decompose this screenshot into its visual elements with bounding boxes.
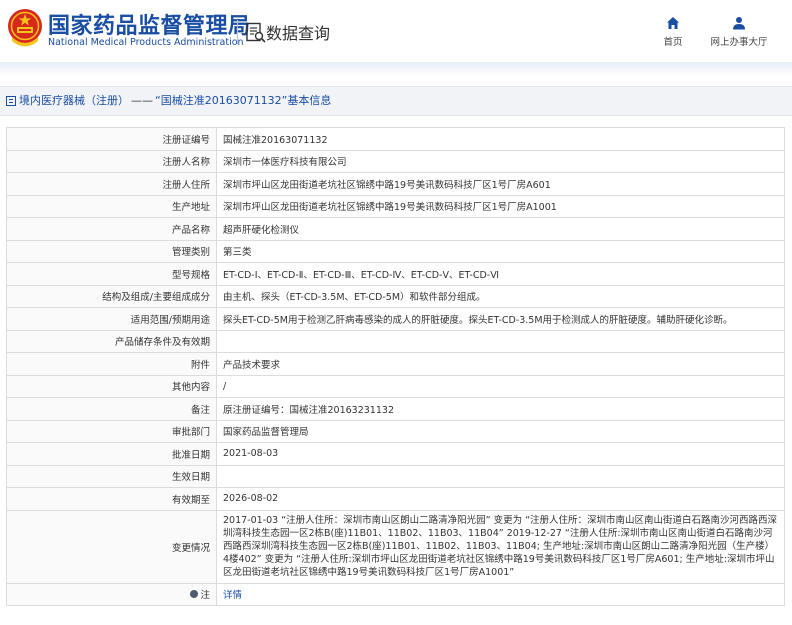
- breadcrumb-category-link[interactable]: 境内医疗器械（注册）: [19, 87, 129, 115]
- field-value: 第三类: [216, 239, 785, 263]
- breadcrumb: 境内医疗器械（注册） —— “国械注准20163071132”基本信息: [0, 86, 792, 116]
- field-value: [216, 329, 785, 353]
- field-value: 深圳市坪山区龙田街道老坑社区锦绣中路19号美讯数码科技厂区1号厂房A601: [216, 172, 785, 196]
- table-row: 其他内容 /: [6, 374, 785, 398]
- field-value: 2026-08-02: [216, 487, 785, 511]
- field-value: 产品技术要求: [216, 352, 785, 376]
- field-label: 结构及组成/主要组成成分: [6, 284, 217, 308]
- field-label: 管理类别: [6, 239, 217, 263]
- note-value-cell: 详情: [216, 582, 785, 606]
- field-value: 国家药品监督管理局: [216, 419, 785, 443]
- table-row: 批准日期 2021-08-03: [6, 442, 785, 466]
- home-icon: [667, 17, 679, 29]
- table-row: 生效日期: [6, 464, 785, 488]
- field-label: 产品名称: [6, 217, 217, 241]
- table-row: 注册证编号 国械注准20163071132: [6, 127, 785, 151]
- field-label: 注册证编号: [6, 127, 217, 151]
- site-header: 国家药品监督管理局 National Medical Products Admi…: [0, 0, 792, 76]
- table-row: 结构及组成/主要组成成分 由主机、探头（ET-CD-3.5M、ET-CD-5M）…: [6, 284, 785, 308]
- nav-online-hall-label: 网上办事大厅: [710, 37, 768, 48]
- table-row: 有效期至 2026-08-02: [6, 487, 785, 511]
- header-divider: [237, 20, 238, 44]
- table-row: 审批部门 国家药品监督管理局: [6, 419, 785, 443]
- field-label: 型号规格: [6, 262, 217, 286]
- field-label: 生效日期: [6, 464, 217, 488]
- field-label: 其他内容: [6, 374, 217, 398]
- breadcrumb-current: “国械注准20163071132”基本信息: [155, 94, 332, 107]
- field-value: 超声肝硬化检测仪: [216, 217, 785, 241]
- table-row: 备注 原注册证编号：国械注准20163231132: [6, 397, 785, 421]
- note-label: 注: [190, 587, 210, 601]
- table-row: 产品储存条件及有效期: [6, 329, 785, 353]
- field-label: 变更情况: [6, 509, 217, 584]
- field-value: 原注册证编号：国械注准20163231132: [216, 397, 785, 421]
- table-row: 注册人住所 深圳市坪山区龙田街道老坑社区锦绣中路19号美讯数码科技厂区1号厂房A…: [6, 172, 785, 196]
- note-label-text: 注: [200, 590, 210, 602]
- brand-title-cn: 国家药品监督管理局: [48, 14, 251, 39]
- field-label: 有效期至: [6, 487, 217, 511]
- brand-title-en: National Medical Products Administration: [48, 37, 244, 48]
- table-row: 管理类别 第三类: [6, 239, 785, 263]
- field-label: 审批部门: [6, 419, 217, 443]
- field-value: 深圳市坪山区龙田街道老坑社区锦绣中路19号美讯数码科技厂区1号厂房A1001: [216, 194, 785, 218]
- nav-home-label: 首页: [663, 37, 683, 48]
- national-emblem-icon: [8, 9, 42, 47]
- field-label: 批准日期: [6, 442, 217, 466]
- field-value: 探头ET-CD-5M用于检测乙肝病毒感染的成人的肝脏硬度。探头ET-CD-3.5…: [216, 307, 785, 331]
- header-stripe: [0, 62, 792, 76]
- field-label: 附件: [6, 352, 217, 376]
- field-label: 注册人名称: [6, 149, 217, 173]
- field-value: ET-CD-Ⅰ、ET-CD-Ⅱ、ET-CD-Ⅲ、ET-CD-Ⅳ、ET-CD-Ⅴ、…: [216, 262, 785, 286]
- field-value: /: [216, 374, 785, 398]
- info-bullet-icon: [190, 590, 199, 599]
- field-label: 注册人住所: [6, 172, 217, 196]
- field-label: 产品储存条件及有效期: [6, 329, 217, 353]
- field-value: 国械注准20163071132: [216, 127, 785, 151]
- table-row-note: 注 详情: [6, 582, 785, 606]
- table-row: 型号规格 ET-CD-Ⅰ、ET-CD-Ⅱ、ET-CD-Ⅲ、ET-CD-Ⅳ、ET-…: [6, 262, 785, 286]
- field-value: 2021-08-03: [216, 442, 785, 466]
- table-row: 注册人名称 深圳市一体医疗科技有限公司: [6, 149, 785, 173]
- nav-home-link[interactable]: 首页: [655, 16, 691, 48]
- page-title: 数据查询: [266, 24, 331, 43]
- registration-info-table: 注册证编号 国械注准20163071132 注册人名称 深圳市一体医疗科技有限公…: [6, 127, 785, 606]
- change-history-text: 2017-01-03 “注册人住所：深圳市南山区朗山二路清净阳光园” 变更为 “…: [216, 509, 785, 584]
- table-row-changes: 变更情况 2017-01-03 “注册人住所：深圳市南山区朗山二路清净阳光园” …: [6, 509, 785, 584]
- field-label: 适用范围/预期用途: [6, 307, 217, 331]
- breadcrumb-separator: ——: [131, 94, 153, 107]
- table-row: 附件 产品技术要求: [6, 352, 785, 376]
- field-label: 生产地址: [6, 194, 217, 218]
- user-icon: [733, 17, 745, 30]
- field-value: 深圳市一体医疗科技有限公司: [216, 149, 785, 173]
- note-label-cell: 注: [6, 582, 217, 606]
- table-row: 适用范围/预期用途 探头ET-CD-5M用于检测乙肝病毒感染的成人的肝脏硬度。探…: [6, 307, 785, 331]
- table-row: 生产地址 深圳市坪山区龙田街道老坑社区锦绣中路19号美讯数码科技厂区1号厂房A1…: [6, 194, 785, 218]
- nav-online-hall-link[interactable]: 网上办事大厅: [706, 16, 772, 48]
- document-search-icon: [246, 22, 266, 43]
- field-value: [216, 464, 785, 488]
- field-label: 备注: [6, 397, 217, 421]
- breadcrumb-icon: [6, 96, 16, 106]
- details-link[interactable]: 详情: [223, 590, 242, 601]
- table-row: 产品名称 超声肝硬化检测仪: [6, 217, 785, 241]
- field-value: 由主机、探头（ET-CD-3.5M、ET-CD-5M）和软件部分组成。: [216, 284, 785, 308]
